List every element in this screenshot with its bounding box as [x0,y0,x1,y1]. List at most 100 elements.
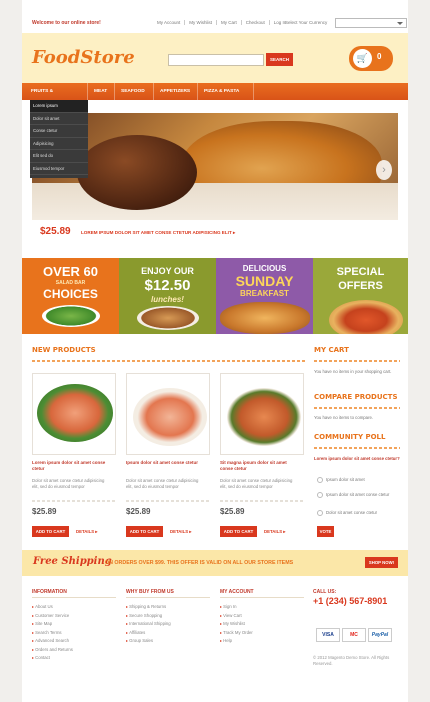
details-link[interactable]: DETAILS ▸ [170,526,191,537]
divider [220,500,304,502]
product-description: Dolor sit amet conse ctetur adipisicing … [126,478,199,489]
footer-link[interactable]: Track My Order [220,629,253,638]
add-to-cart-button[interactable]: ADD TO CART [126,526,163,537]
footer-divider [220,597,304,598]
footer-link[interactable]: My Wishlist [220,620,253,629]
footer-column-title: INFORMATION [32,589,67,595]
product-price: $25.89 [220,507,245,516]
footer-list-my-account: Sign In View Cart My Wishlist Track My O… [220,603,253,646]
logo[interactable]: FoodStore [32,47,135,68]
details-link[interactable]: DETAILS ▸ [264,526,285,537]
footer-link[interactable]: International Shipping [126,620,171,629]
hero-caption-bar: $25.89 LOREM IPSUM DOLOR SIT AMET CONSE … [32,220,398,242]
banner-line: lunches! [151,295,184,304]
footer-link[interactable]: Group Sales [126,637,171,646]
nav-meat[interactable]: MEAT [88,83,115,100]
main-nav: FRUITS & VEGETABLES MEAT SEAFOOD APPETIZ… [22,83,408,111]
link-my-account[interactable]: My Account [153,20,186,25]
footer-link[interactable]: Orders and Returns [32,646,73,655]
top-bar: Welcome to our online store! My Account … [22,0,408,33]
link-my-cart[interactable]: My Cart [217,20,242,25]
banner-lunches[interactable]: ENJOY OUR $12.50 lunches! [119,258,216,334]
shop-now-button[interactable]: SHOP NOW! [365,557,398,568]
banner-line: SUNDAY [235,273,294,289]
product-title[interactable]: Lorem ipsum dolor sit amet conse ctetur [32,460,110,472]
search-button[interactable]: SEARCH [266,53,293,66]
shrimp-salad-photo [37,384,113,442]
footer-link[interactable]: Advanced Search [32,637,73,646]
dropdown-item[interactable]: Dolor sit amet [30,113,88,125]
poll-radio[interactable] [317,510,323,516]
dropdown-item[interactable]: Elit sed do [30,150,88,163]
product-title[interactable]: Sit magna ipsum dolor sit amet conse cte… [220,460,298,472]
details-link[interactable]: DETAILS ▸ [76,526,97,537]
banner-salad-bar[interactable]: OVER 60 SALAD BAR CHOICES [22,258,119,334]
banner-sunday-breakfast[interactable]: DELICIOUS SUNDAY BREAKFAST [216,258,313,334]
footer-link[interactable]: Help [220,637,253,646]
hero-food-steak [77,135,197,210]
nav-seafood[interactable]: SEAFOOD [115,83,154,100]
product-image[interactable] [126,373,210,455]
banner-line: SALAD BAR [55,280,86,286]
poll-option: Dolor sit amet conse ctetur [326,510,378,515]
nav-appetizers[interactable]: APPETIZERS [154,83,198,100]
product-title[interactable]: Ipsum dolor sit amet conse ctetur [126,460,204,466]
footer-link[interactable]: Shipping & Returns [126,603,171,612]
footer-link[interactable]: Affiliates [126,629,171,638]
currency-select[interactable] [335,18,407,28]
compare-products-title: COMPARE PRODUCTS [314,393,398,401]
dropdown-item[interactable]: Conse ctetur [30,125,88,138]
header-cart[interactable]: 🛒 0 [349,46,393,71]
croissant-image [220,302,310,334]
footer-divider [126,597,210,598]
cart-empty-text: You have no items in your shopping cart. [314,369,392,374]
footer-link[interactable]: Secure Shopping [126,612,171,621]
vote-button[interactable]: VOTE [317,526,334,537]
footer-link[interactable]: Site Map [32,620,73,629]
nav-pizza-pasta[interactable]: PIZZA & PASTA [198,83,254,100]
poll-radio[interactable] [317,492,323,498]
search-input[interactable] [168,54,264,66]
section-divider [314,447,400,449]
product-description: Dolor sit amet conse ctetur adipisicing … [32,478,105,489]
dropdown-item[interactable]: Lorem ipsum [30,100,88,113]
poll-radio[interactable] [317,477,323,483]
page: Welcome to our online store! My Account … [22,0,408,702]
header: FoodStore SEARCH 🛒 0 [22,33,408,83]
footer-divider [32,597,116,598]
free-shipping-text: ON ORDERS OVER $99. THIS OFFER IS VALID … [105,560,294,566]
product-price: $25.89 [126,507,151,516]
hero-caption[interactable]: LOREM IPSUM DOLOR SIT AMET CONSE CTETUR … [81,230,235,236]
dropdown-item[interactable]: Adipisicing [30,138,88,150]
link-checkout[interactable]: Checkout [242,20,270,25]
footer-link[interactable]: Customer Service [32,612,73,621]
product-description: Dolor sit amet conse ctetur adipisicing … [220,478,293,489]
footer-link[interactable]: Contact [32,654,73,663]
copyright: © 2012 Magento Demo Store. All Rights Re… [313,655,390,666]
product-price: $25.89 [32,507,57,516]
cart-count: 0 [377,52,382,61]
banner-special-offers[interactable]: SPECIAL OFFERS [313,258,408,334]
product-image[interactable] [220,373,304,455]
slider-next-icon[interactable]: › [376,160,392,180]
footer-link[interactable]: About Us [32,603,73,612]
add-to-cart-button[interactable]: ADD TO CART [220,526,257,537]
product-image[interactable] [32,373,116,455]
nav-fruits-vegetables[interactable]: FRUITS & VEGETABLES [25,83,88,111]
link-my-wishlist[interactable]: My Wishlist [185,20,218,25]
section-divider [32,360,305,362]
footer-link[interactable]: View Cart [220,612,253,621]
community-poll-title: COMMUNITY POLL [314,433,386,441]
footer-list-information: About Us Customer Service Site Map Searc… [32,603,73,663]
visa-icon: VISA [316,628,340,642]
poll-question: Lorem ipsum dolor sit amet conse ctetur? [314,456,400,461]
compare-empty-text: You have no items to compare. [314,415,374,420]
banner-line: CHOICES [43,287,98,301]
dropdown-item[interactable]: Eiusmod tempor [30,163,88,175]
call-us-label: CALL US: [313,589,337,595]
add-to-cart-button[interactable]: ADD TO CART [32,526,69,537]
footer-link[interactable]: Search Terms [32,629,73,638]
footer-link[interactable]: Sign In [220,603,253,612]
my-cart-title: MY CART [314,346,349,354]
cart-icon: 🛒 [353,49,372,68]
